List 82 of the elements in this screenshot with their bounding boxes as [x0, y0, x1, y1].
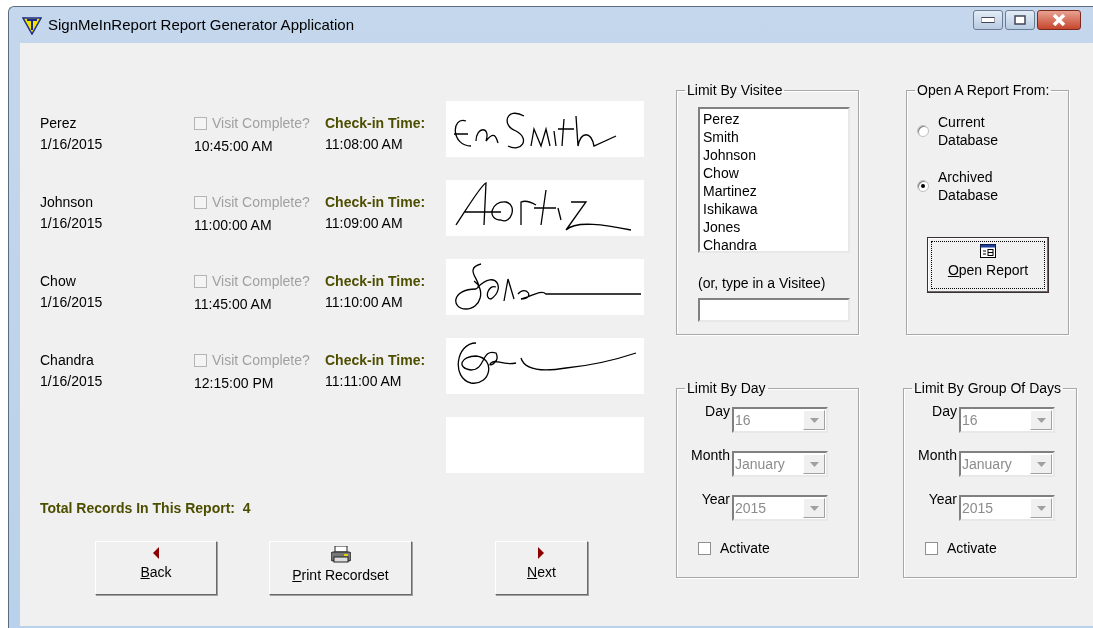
- hint-label: (or, type in a Visitee): [698, 274, 827, 293]
- visitee-name: Chandra: [40, 351, 95, 370]
- list-item[interactable]: Jones: [703, 218, 845, 236]
- print-recordset-button[interactable]: Print Recordset: [269, 541, 412, 595]
- close-icon: [1052, 14, 1066, 26]
- group-title: Limit By Group Of Days: [913, 379, 1063, 397]
- checkin-time: 11:08:00 AM: [325, 135, 404, 154]
- list-item[interactable]: Martinez: [703, 182, 845, 200]
- checkin-label: Check-in Time:: [325, 351, 427, 370]
- dropdown-arrow-icon: [1036, 461, 1046, 467]
- field-label: Month: [690, 447, 731, 463]
- checkin-time: 11:09:00 AM: [325, 214, 404, 233]
- visit-date: 1/16/2015: [40, 293, 104, 312]
- checkbox-label: Visit Complete?: [212, 351, 310, 370]
- group-title: Limit By Visitee: [686, 81, 784, 99]
- activate-checkbox[interactable]: [698, 542, 711, 555]
- visit-date: 1/16/2015: [40, 135, 104, 154]
- dropdown-arrow-icon: [1036, 417, 1046, 423]
- scheduled-time: 10:45:00 AM: [194, 137, 274, 156]
- minimize-icon: [981, 17, 995, 23]
- dropdown-arrow-icon: [1036, 505, 1046, 511]
- group-title: Open A Report From:: [916, 81, 1051, 99]
- list-item[interactable]: Johnson: [703, 146, 845, 164]
- list-item[interactable]: Ishikawa: [703, 200, 845, 218]
- checkin-time: 11:11:00 AM: [325, 372, 403, 391]
- checkbox-label: Visit Complete?: [212, 193, 310, 212]
- checkin-label: Check-in Time:: [325, 114, 427, 133]
- field-label: Day: [704, 403, 731, 419]
- scheduled-time: 11:45:00 AM: [194, 295, 273, 314]
- visit-date: 1/16/2015: [40, 372, 104, 391]
- back-button[interactable]: Back: [95, 541, 217, 595]
- visit-date: 1/16/2015: [40, 214, 104, 233]
- checkbox-label: Activate: [947, 539, 997, 558]
- activate-checkbox[interactable]: [925, 542, 938, 555]
- visitee-list[interactable]: Perez Smith Johnson Chow Martinez Ishikawa Jones Chandra: [698, 107, 850, 253]
- dropdown-arrow-icon: [809, 505, 819, 511]
- dropdown-field: January: [732, 451, 828, 477]
- left-arrow-icon: [152, 546, 160, 560]
- checkbox-label: Visit Complete?: [212, 114, 310, 133]
- window-title: SignMeInReport Report Generator Application: [48, 14, 354, 35]
- dropdown-arrow-icon: [809, 417, 819, 423]
- list-item[interactable]: Perez: [703, 110, 845, 128]
- app-icon: [22, 15, 42, 35]
- visitee-name: Perez: [40, 114, 78, 133]
- visitee-input-field[interactable]: [698, 298, 850, 322]
- list-item[interactable]: Chow: [703, 164, 845, 182]
- dropdown-field: 16: [732, 407, 828, 433]
- printer-icon: [330, 546, 351, 563]
- radio-label: Archived Database: [938, 168, 999, 204]
- radio-label: Current Database: [938, 113, 999, 149]
- dropdown-field: 16: [959, 407, 1055, 433]
- open-report-button[interactable]: Open Report: [927, 237, 1049, 293]
- checkin-time: 11:10:00 AM: [325, 293, 404, 312]
- list-item[interactable]: Smith: [703, 128, 845, 146]
- scheduled-time: 11:00:00 AM: [194, 216, 273, 235]
- right-arrow-icon: [538, 546, 545, 560]
- checkin-label: Check-in Time:: [325, 193, 427, 212]
- scheduled-time: 12:15:00 PM: [194, 374, 275, 393]
- maximize-icon: [1014, 15, 1026, 25]
- field-label: Day: [931, 403, 958, 419]
- radio-button[interactable]: [917, 125, 929, 137]
- maximize-button[interactable]: [1005, 10, 1035, 30]
- field-label: Year: [700, 491, 731, 507]
- visitee-name: Johnson: [40, 193, 94, 212]
- field-label: Year: [927, 491, 958, 507]
- close-button[interactable]: [1037, 10, 1081, 30]
- field-label: Month: [917, 447, 958, 463]
- minimize-button[interactable]: [973, 10, 1003, 30]
- dropdown-field: January: [959, 451, 1055, 477]
- checkin-label: Check-in Time:: [325, 272, 427, 291]
- dropdown-field: 2015: [959, 495, 1055, 521]
- group-title: Limit By Day: [686, 379, 767, 397]
- dropdown-field: 2015: [732, 495, 828, 521]
- total-records-label: Total Records In This Report: 4: [40, 499, 252, 518]
- form-icon: [980, 244, 996, 258]
- list-item[interactable]: Chandra: [703, 236, 845, 254]
- next-button[interactable]: Next: [495, 541, 588, 595]
- checkbox-label: Visit Complete?: [212, 272, 310, 291]
- radio-button[interactable]: [917, 180, 929, 192]
- dropdown-arrow-icon: [809, 461, 819, 467]
- checkbox-label: Activate: [720, 539, 770, 558]
- visitee-name: Chow: [40, 272, 77, 291]
